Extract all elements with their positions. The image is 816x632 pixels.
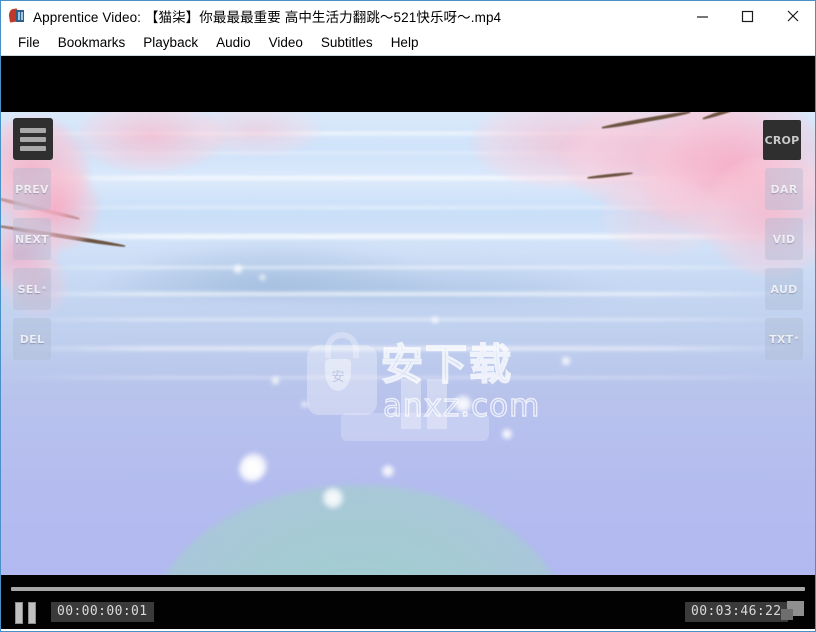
txt-button-marker: * [794, 334, 799, 344]
decor-blossom [191, 106, 321, 156]
pause-icon-bar [15, 602, 23, 624]
maximize-button[interactable] [725, 1, 770, 31]
window-controls [680, 1, 815, 31]
aud-button[interactable]: AUD [765, 268, 803, 310]
next-button[interactable]: NEXT [13, 218, 51, 260]
aud-button-label: AUD [770, 282, 798, 296]
app-window: Apprentice Video: 【猫柒】你最最最重要 高中生活力翻跳～521… [0, 0, 816, 632]
menu-bar: File Bookmarks Playback Audio Video Subt… [1, 31, 815, 56]
sel-button-marker: * [41, 284, 47, 294]
minimize-icon [697, 15, 708, 18]
decor-bokeh [301, 401, 308, 408]
menu-item-audio[interactable]: Audio [207, 31, 260, 55]
vid-button[interactable]: VID [765, 218, 803, 260]
decor-bokeh [453, 394, 473, 414]
menu-item-help[interactable]: Help [382, 31, 428, 55]
hamburger-icon-bar [20, 127, 46, 133]
decor-blossom [601, 176, 721, 256]
title-bar: Apprentice Video: 【猫柒】你最最最重要 高中生活力翻跳～521… [1, 1, 815, 31]
hamburger-menu-button[interactable] [13, 118, 53, 160]
menu-item-playback[interactable]: Playback [134, 31, 207, 55]
dar-button-label: DAR [770, 182, 798, 196]
decor-bokeh [239, 451, 269, 481]
window-title: Apprentice Video: 【猫柒】你最最最重要 高中生活力翻跳～521… [33, 10, 502, 25]
decor-bokeh [501, 428, 513, 440]
close-icon [787, 10, 798, 22]
crop-button[interactable]: CROP [763, 120, 801, 160]
sel-button[interactable]: SEL * [13, 268, 51, 310]
video-viewport[interactable]: 安 安下载 anxz.com CROP PREV NEXT SEL* DEL [1, 56, 815, 575]
sel-button-label: SEL [17, 282, 41, 296]
prev-button-label: PREV [15, 182, 49, 196]
next-button-label: NEXT [15, 232, 49, 246]
pause-icon-bar [28, 602, 36, 624]
del-button-label: DEL [19, 332, 45, 346]
txt-button-label: TXT [769, 332, 794, 346]
seek-bar[interactable] [11, 587, 805, 591]
close-button[interactable] [770, 1, 815, 31]
decor-bokeh [431, 316, 439, 324]
restore-window-button[interactable] [781, 601, 807, 623]
top-overlay-bar [1, 56, 815, 112]
menu-item-subtitles[interactable]: Subtitles [312, 31, 382, 55]
dar-button[interactable]: DAR [765, 168, 803, 210]
hamburger-icon-bar [20, 136, 46, 142]
txt-button[interactable]: TXT * [765, 318, 803, 360]
decor-bokeh [561, 356, 571, 366]
play-pause-button[interactable] [15, 602, 39, 624]
vid-button-label: VID [772, 232, 796, 246]
hamburger-icon-bar [20, 145, 46, 151]
total-duration-timecode: 00:03:46:22 [685, 602, 788, 622]
app-logo-icon [8, 8, 25, 24]
minimize-button[interactable] [680, 1, 725, 31]
decor-bokeh [271, 376, 280, 385]
decor-bokeh [321, 486, 345, 510]
restore-window-icon-front [781, 609, 793, 620]
decor-bokeh [381, 464, 395, 478]
menu-item-video[interactable]: Video [260, 31, 312, 55]
maximize-icon [741, 10, 754, 22]
menu-item-bookmarks[interactable]: Bookmarks [49, 31, 135, 55]
prev-button[interactable]: PREV [13, 168, 51, 210]
current-timecode: 00:00:00:01 [51, 602, 154, 622]
decor-bokeh [259, 274, 266, 281]
menu-item-file[interactable]: File [9, 31, 49, 55]
del-button[interactable]: DEL [13, 318, 51, 360]
decor-bokeh [233, 264, 243, 274]
